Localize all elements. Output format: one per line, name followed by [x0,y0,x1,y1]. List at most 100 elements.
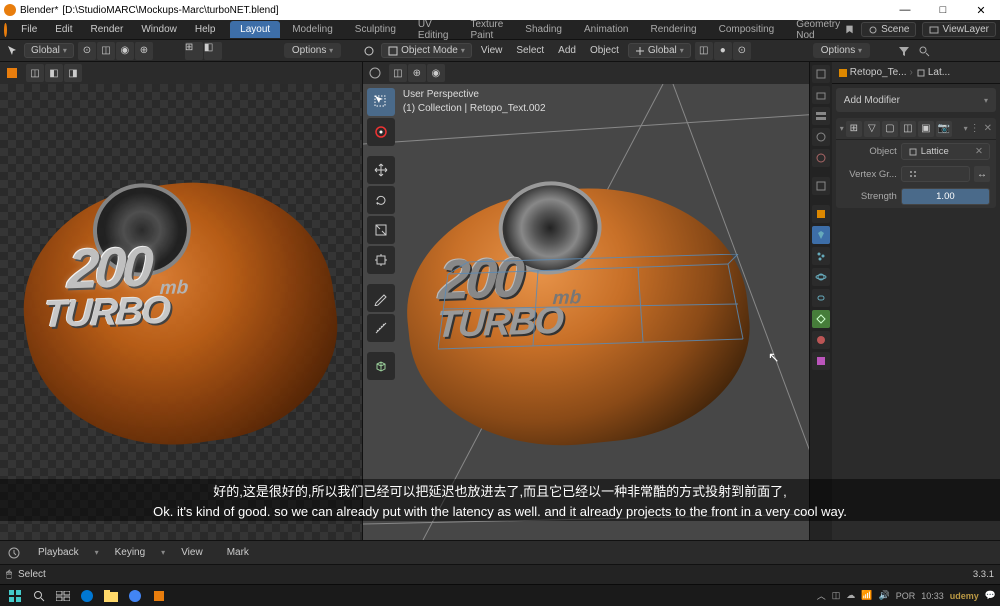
minimize-button[interactable]: — [890,4,920,17]
tab-world[interactable] [812,149,830,167]
image-editor-icon[interactable] [4,65,20,81]
tab-shading[interactable]: Shading [515,21,572,38]
snap-icon[interactable]: ⊙ [78,42,96,60]
tab-viewlayer[interactable] [812,107,830,125]
mod-extras-icon[interactable]: ⋮ [970,123,980,134]
timeline-view[interactable]: View [173,545,211,560]
add-modifier-button[interactable]: Add Modifier ▾ [836,88,996,112]
timeline-marker[interactable]: Mark [219,545,257,560]
mod-render-icon[interactable]: 📷 [936,121,952,137]
tray-icon-1[interactable]: ◫ [832,590,841,601]
explorer-icon[interactable] [100,587,122,605]
mod-display-icon[interactable]: ◫ [900,121,916,137]
app-icon-1[interactable] [148,587,170,605]
options-button-left[interactable]: Options ▾ [284,43,341,58]
menu-render[interactable]: Render [83,22,132,37]
tab-compositing[interactable]: Compositing [709,21,785,38]
tray-volume-icon[interactable]: 🔊 [879,590,890,601]
vp-menu-view[interactable]: View [476,43,508,58]
tab-physics[interactable] [812,268,830,286]
propedit-icon[interactable]: ◉ [116,42,134,60]
version-icon[interactable] [844,24,855,35]
bc-object[interactable]: Retopo_Te... [838,67,907,78]
mode-dropdown[interactable]: Object Mode ▾ [381,43,472,58]
notification-icon[interactable]: 💬 [985,590,996,601]
tab-material[interactable] [812,331,830,349]
viewlayer-selector[interactable]: ViewLayer [922,22,996,37]
snap-type-icon[interactable]: ◫ [97,42,115,60]
tab-scene[interactable] [812,128,830,146]
chrome-icon[interactable] [124,587,146,605]
annotate-tool[interactable] [367,284,395,312]
mod-menu-icon[interactable]: ▾ [964,124,968,133]
tab-texture[interactable] [812,352,830,370]
tab-animation[interactable]: Animation [574,21,638,38]
vp-menu-add[interactable]: Add [553,43,581,58]
invert-icon[interactable]: ↔ [974,166,990,182]
tab-layout[interactable]: Layout [230,21,280,38]
tab-uvediting[interactable]: UV Editing [408,16,459,44]
snap2-icon[interactable]: ◫ [695,42,713,60]
search-icon[interactable] [916,43,932,59]
mod-close-icon[interactable]: ✕ [984,123,992,134]
options-button-right[interactable]: Options ▾ [813,43,870,58]
editor-type-icon[interactable] [361,43,377,59]
taskview-icon[interactable] [52,587,74,605]
channel-icon-2[interactable]: ◧ [45,64,63,82]
overlay-icon-3[interactable]: ◉ [427,64,445,82]
orientation2-dropdown[interactable]: Global ▾ [628,43,691,58]
cursor-tool-icon[interactable] [4,43,20,59]
tray-icon-2[interactable]: ☁ [846,590,855,601]
pivot2-icon[interactable]: ⊙ [733,42,751,60]
filter-icon[interactable] [896,43,912,59]
vertexgroup-field[interactable] [901,166,970,182]
search-icon-tb[interactable] [28,587,50,605]
tab-data[interactable] [812,310,830,328]
measure-tool[interactable] [367,314,395,342]
menu-file[interactable]: File [13,22,45,37]
mod-editmode-icon[interactable]: ▽ [864,121,880,137]
object-field[interactable]: Lattice ✕ [901,143,990,160]
select-box-tool[interactable] [367,88,395,116]
bc-modifier[interactable]: Lat... [916,67,950,78]
image-editor-viewport[interactable]: 200 mb TURBO [0,84,362,540]
overlay-icon-2[interactable]: ⊕ [408,64,426,82]
tab-constraints[interactable] [812,289,830,307]
tray-wifi-icon[interactable]: 📶 [861,590,872,601]
transform-tool[interactable] [367,246,395,274]
maximize-button[interactable]: □ [928,4,958,17]
pivot-icon[interactable]: ⊕ [135,42,153,60]
start-button[interactable] [4,587,26,605]
channel-icon-1[interactable]: ◫ [26,64,44,82]
drag-icon[interactable]: ⊞ [185,42,203,60]
cursor-tool[interactable] [367,118,395,146]
overlay-icon-1[interactable]: ◫ [389,64,407,82]
tab-modifier[interactable] [812,226,830,244]
menu-window[interactable]: Window [133,22,185,37]
menu-edit[interactable]: Edit [47,22,80,37]
tab-rendering[interactable]: Rendering [640,21,706,38]
tray-time[interactable]: 10:33 [921,591,944,601]
propedit2-icon[interactable]: ● [714,42,732,60]
timeline-playback[interactable]: Playback [30,545,87,560]
visibility-icon[interactable]: ◧ [204,42,222,60]
3d-editor-icon[interactable] [367,65,383,81]
tab-render[interactable] [812,65,830,83]
scene-selector[interactable]: Scene [861,22,916,37]
channel-icon-3[interactable]: ◨ [64,64,82,82]
vp-menu-object[interactable]: Object [585,43,624,58]
tab-particles[interactable] [812,247,830,265]
menu-help[interactable]: Help [187,22,224,37]
vp-menu-select[interactable]: Select [511,43,549,58]
tab-collection[interactable] [812,177,830,195]
timeline-editor-icon[interactable] [6,545,22,561]
tab-output[interactable] [812,86,830,104]
orientation-dropdown[interactable]: Global ▾ [24,43,74,58]
tab-sculpting[interactable]: Sculpting [345,21,406,38]
scale-tool[interactable] [367,216,395,244]
3d-viewport[interactable]: User Perspective (1) Collection | Retopo… [363,84,809,540]
move-tool[interactable] [367,156,395,184]
mod-grid-icon[interactable]: ⊞ [846,121,862,137]
close-button[interactable]: ✕ [966,4,996,17]
tab-object[interactable] [812,205,830,223]
